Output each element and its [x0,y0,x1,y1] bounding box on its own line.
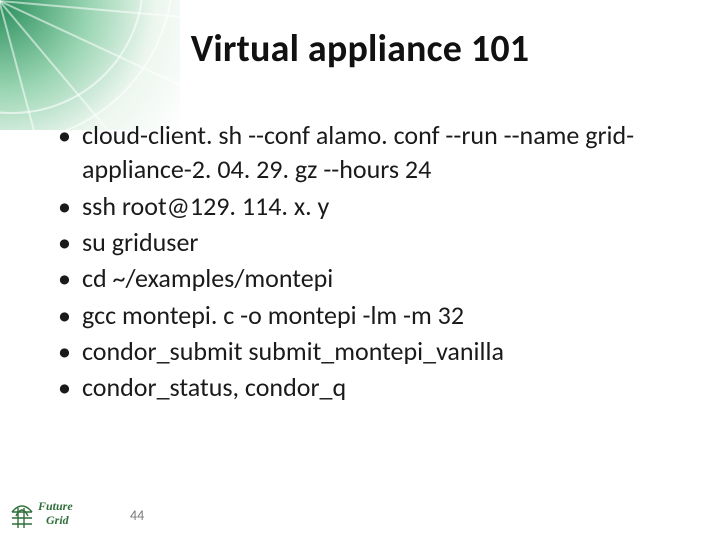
slide-title: Virtual appliance 101 [0,26,720,72]
bullet-list: cloud-client. sh --conf alamo. conf --ru… [54,118,680,407]
future-grid-logo: Future Grid [8,490,92,530]
list-item: gcc montepi. c -o montepi -lm -m 32 [54,298,680,332]
list-item: cloud-client. sh --conf alamo. conf --ru… [54,118,680,187]
svg-text:Grid: Grid [46,513,70,527]
list-item: su griduser [54,225,680,259]
list-item: condor_submit submit_montepi_vanilla [54,334,680,368]
list-item: cd ~/examples/montepi [54,261,680,295]
list-item: ssh root@129. 114. x. y [54,189,680,223]
svg-text:Future: Future [37,499,73,513]
page-number: 44 [130,507,144,524]
list-item: condor_status, condor_q [54,370,680,404]
